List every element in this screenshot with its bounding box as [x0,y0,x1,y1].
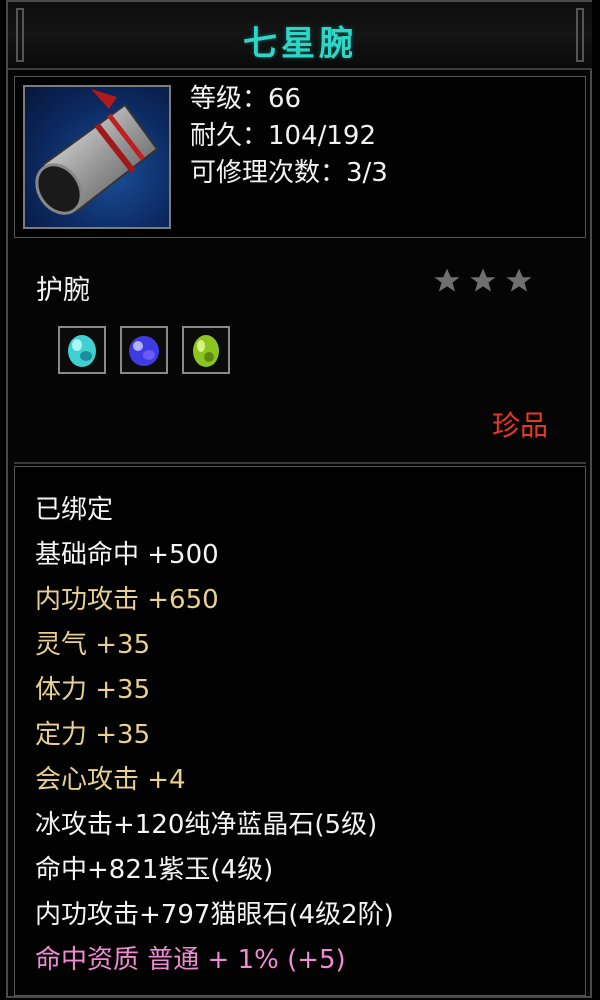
attr-spirit: 灵气 +35 [35,630,151,660]
attr-crit-attack: 会心攻击 +4 [35,765,186,795]
item-type: 护腕 [36,275,90,306]
aptitude-line: 命中资质 普通 + 1% (+5) [35,945,346,975]
gem-sockets [58,326,230,374]
star-rating [432,266,542,300]
attr-base-hit: 基础命中 +500 [35,540,219,570]
star-icon [506,268,532,292]
rarity-label: 珍品 [492,409,549,442]
gem-bonus-1: 冰攻击+120纯净蓝晶石(5级) [35,810,378,840]
item-name: 七星腕 [243,24,357,64]
green-gem-icon[interactable] [182,326,230,374]
durability-text: 耐久：104/192 [190,121,377,151]
bound-status: 已绑定 [35,495,114,525]
star-icon [470,268,496,292]
purple-gem-icon[interactable] [120,326,168,374]
section-divider [14,462,586,464]
cyan-gem-icon[interactable] [58,326,106,374]
star-icon [434,268,460,292]
attr-composure: 定力 +35 [35,720,151,750]
level-text: 等级：66 [190,84,302,114]
item-stats: 等级：66 耐久：104/192 可修理次数：3/3 [190,81,388,192]
attr-inner-attack: 内功攻击 +650 [35,585,219,615]
item-info-panel: 等级：66 耐久：104/192 可修理次数：3/3 [14,76,586,238]
attribute-panel: 已绑定 基础命中 +500 内功攻击 +650 灵气 +35 体力 +35 定力… [14,466,586,996]
title-bar: 七星腕 [8,2,592,70]
repair-count-text: 可修理次数：3/3 [190,158,388,188]
gem-bonus-3: 内功攻击+797猫眼石(4级2阶) [35,900,394,930]
gem-bonus-2: 命中+821紫玉(4级) [35,855,274,885]
bracer-icon [23,85,171,229]
attr-stamina: 体力 +35 [35,675,151,705]
